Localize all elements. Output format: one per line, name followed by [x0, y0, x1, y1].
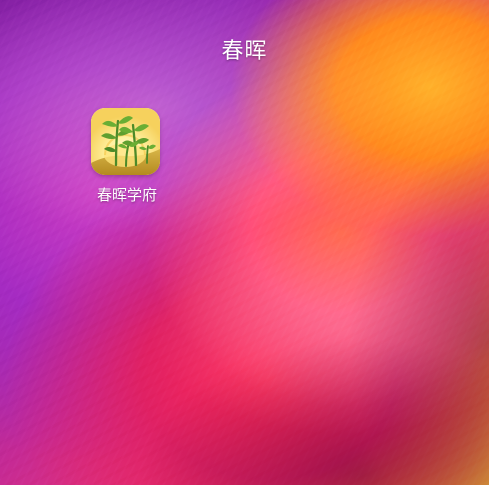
home-screen: 春晖 春晖学府 [0, 0, 489, 485]
seedlings-sunrise-icon[interactable] [91, 108, 160, 175]
app-label[interactable]: 春晖学府 [83, 185, 171, 205]
app-chunhui-xuefu[interactable]: 春晖学府 [91, 108, 163, 204]
folder-title: 春晖 [221, 39, 268, 64]
